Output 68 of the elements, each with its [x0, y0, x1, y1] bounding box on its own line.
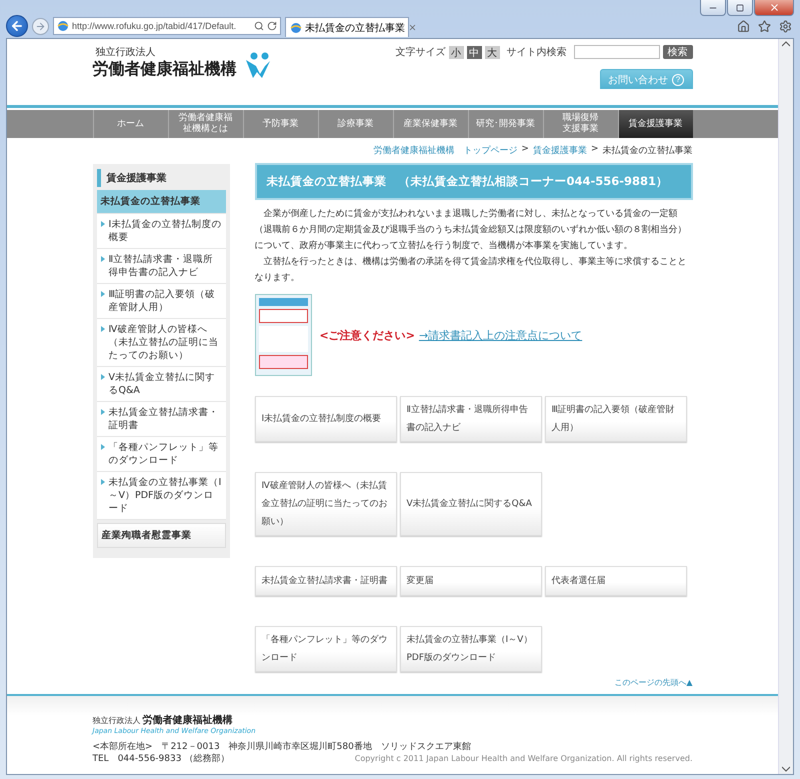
sidebar-item[interactable]: Ⅰ未払賃金の立替払制度の概要 — [96, 214, 226, 249]
logo-mark-icon — [244, 52, 270, 80]
back-button[interactable] — [6, 15, 28, 37]
link-tile[interactable]: 変更届 — [400, 566, 542, 596]
address-field[interactable]: http://www.rofuku.go.jp/tabid/417/Default. — [53, 17, 281, 35]
org-type: 独立行政法人 — [94, 46, 156, 59]
font-size-button[interactable]: 大 — [484, 46, 500, 58]
scroll-up-icon[interactable] — [782, 41, 790, 47]
home-icon[interactable] — [735, 20, 752, 32]
org-name: 労働者健康福祉機構 — [92, 59, 236, 80]
notice-link[interactable]: →請求書記入上の注意点について — [418, 328, 582, 342]
link-tile[interactable]: Ⅳ破産管財人の皆様へ（未払賃金立替払の証明に当たってのお願い） — [254, 472, 396, 536]
star-icon[interactable] — [756, 20, 773, 32]
page-title: 未払賃金の立替払事業 （未払賃金立替払相談コーナー044-556-9881） — [254, 163, 692, 200]
page-icon — [290, 22, 302, 34]
maximize-button[interactable] — [727, 0, 753, 16]
link-tile[interactable]: 未払賃金の立替払事業（Ⅰ～Ⅴ）PDF版のダウンロード — [400, 626, 542, 672]
link-tile[interactable]: Ⅱ立替払請求書・退職所得申告書の記入ナビ — [400, 396, 542, 442]
minimize-button[interactable] — [700, 0, 726, 16]
page-top-link[interactable]: このページの先頭へ▲ — [614, 677, 692, 688]
scroll-down-icon[interactable] — [782, 766, 790, 772]
forward-arrow-icon — [35, 20, 46, 32]
sidebar-item[interactable]: Ⅴ未払賃金立替払に関するQ&A — [96, 367, 226, 402]
link-tile[interactable]: Ⅲ証明書の記入要領（破産管財人用） — [544, 396, 686, 442]
breadcrumb-link[interactable]: 労働者健康福祉機構 トップページ — [373, 144, 518, 157]
font-size-button[interactable]: 中 — [466, 46, 482, 58]
warning-text: <ご注意ください> — [320, 328, 415, 342]
font-size-label: 文字サイズ — [396, 46, 446, 59]
font-size-button[interactable]: 小 — [448, 46, 464, 58]
link-tile[interactable]: Ⅴ未払賃金立替払に関するQ&A — [400, 472, 542, 536]
maximize-icon — [736, 4, 744, 12]
refresh-icon[interactable] — [267, 21, 277, 31]
body-paragraph: 立替払を行ったときは、機構は労働者の承諾を得て賃金請求権を代位取得し、事業主等に求償することとなります。 — [254, 256, 688, 285]
sidebar-item[interactable]: 未払賃金立替払請求書・証明書 — [96, 402, 226, 437]
sidebar-item[interactable]: 未払賃金の立替払事業（Ⅰ～Ⅴ）PDF版のダウンロード — [96, 472, 226, 520]
scrollbar[interactable] — [778, 39, 793, 774]
tab-title: 未払賃金の立替払事業 — [305, 22, 405, 34]
close-icon[interactable] — [408, 23, 417, 32]
link-tile[interactable]: 未払賃金立替払請求書・証明書 — [254, 566, 396, 596]
link-tile[interactable]: Ⅰ未払賃金の立替払制度の概要 — [254, 396, 396, 442]
search-field[interactable] — [574, 45, 660, 59]
breadcrumb-separator-text: > — [521, 144, 529, 156]
footer-tel: TEL 044-556-9833 （総務部） — [92, 753, 230, 765]
footer-address: <本部所在地> 〒212－0013 神奈川県川崎市幸区堀川町580番地 ソリッドスクエア東館 — [92, 741, 472, 753]
url-text: http://www.rofuku.go.jp/tabid/417/Default. — [72, 21, 236, 31]
sidebar-item[interactable]: Ⅲ証明書の記入要領（破産管財人用） — [96, 284, 226, 319]
sidebar-item[interactable]: 未払賃金の立替払事業 — [96, 190, 226, 214]
search-label: サイト内検索 — [506, 46, 566, 59]
sidebar-item[interactable]: 「各種パンフレット」等のダウンロード — [96, 437, 226, 472]
breadcrumb-link[interactable]: 賃金援護事業 — [532, 144, 587, 157]
sidebar-item[interactable]: Ⅱ立替払請求書・退職所得申告書の記入ナビ — [96, 249, 226, 284]
sidebar-item[interactable]: Ⅳ破産管財人の皆様へ（未払立替払の証明に当たってのお願い） — [96, 319, 226, 367]
sidebar-item[interactable]: 産業殉職者慰霊事業 — [96, 523, 226, 548]
nav-tab[interactable]: 賃金援護事業 — [618, 110, 692, 138]
link-tile[interactable]: 代表者選任届 — [544, 566, 686, 596]
settings-icon[interactable] — [777, 20, 794, 32]
close-icon — [768, 2, 780, 13]
breadcrumb-separator-text: > — [590, 144, 598, 156]
page-icon — [57, 20, 69, 32]
search-button[interactable]: 検索 — [662, 45, 692, 59]
current-page-text: 未払賃金の立替払事業 — [602, 144, 692, 157]
footer-org-type: 独立行政法人 — [92, 715, 140, 726]
link-tile[interactable]: 「各種パンフレット」等のダウンロード — [254, 626, 396, 672]
search-icon[interactable] — [254, 21, 264, 31]
close-button[interactable] — [754, 0, 794, 16]
copyright: Copyright c 2011 Japan Labour Health and Welfare Organization. All rights reserved. — [354, 754, 692, 763]
body-paragraph: 企業が倒産したために賃金が支払われないまま退職した労働者に対し、未払となっている賃金の一定額（退職前６か月間の定期賃金及び退職手当のうち未払賃金総額又は限度額のいずれか低い額の８割相当分）について、政府が事業主に代わって立替払を行う制度で、当機構が本事業を実施しています。 — [254, 208, 688, 253]
footer-org-name: 労働者健康福祉機構 — [142, 714, 232, 727]
